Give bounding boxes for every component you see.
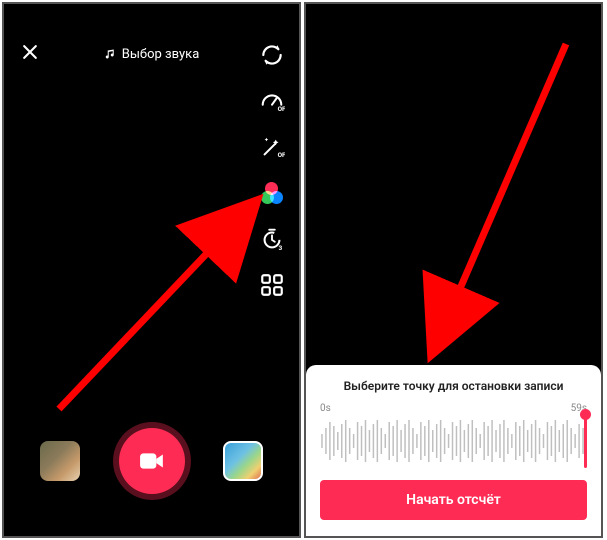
upload-button[interactable] xyxy=(223,441,263,481)
side-toolbar: OFF OFF 3 xyxy=(257,40,287,300)
speed-badge: OFF xyxy=(278,105,285,113)
speedometer-icon: OFF xyxy=(259,88,285,114)
flip-icon xyxy=(259,42,285,68)
sound-picker[interactable]: Выбор звука xyxy=(104,47,200,62)
top-bar: Выбор звука xyxy=(4,34,299,74)
filters-button[interactable] xyxy=(257,178,287,208)
sheet-title: Выберите точку для остановки записи xyxy=(320,379,587,393)
speed-button[interactable]: OFF xyxy=(257,86,287,116)
start-countdown-button[interactable]: Начать отсчёт xyxy=(320,480,587,520)
waveform-scrubber[interactable] xyxy=(320,416,587,466)
sound-picker-label: Выбор звука xyxy=(122,47,200,62)
music-note-icon xyxy=(104,48,116,60)
camera-screen: Выбор звука OFF OFF xyxy=(2,2,301,538)
waveform-icon xyxy=(320,416,587,466)
start-countdown-label: Начать отсчёт xyxy=(406,492,501,508)
flip-camera-button[interactable] xyxy=(257,40,287,70)
filters-icon xyxy=(261,182,283,204)
video-camera-icon xyxy=(139,451,165,471)
countdown-sheet: Выберите точку для остановки записи 0s 5… xyxy=(306,365,601,536)
timer-button[interactable]: 3 xyxy=(257,224,287,254)
record-button[interactable] xyxy=(119,428,185,494)
beauty-button[interactable]: OFF xyxy=(257,132,287,162)
annotation-arrow-right xyxy=(406,34,586,364)
close-button[interactable] xyxy=(18,42,42,67)
beauty-badge: OFF xyxy=(278,151,285,159)
timer-icon: 3 xyxy=(259,226,285,252)
stop-point-handle[interactable] xyxy=(584,414,587,468)
time-range-labels: 0s 59s xyxy=(320,403,587,414)
effects-button[interactable] xyxy=(40,441,80,481)
magic-wand-icon: OFF xyxy=(259,134,285,160)
more-tools-button[interactable] xyxy=(257,270,287,300)
timer-badge: 3 xyxy=(279,244,283,252)
start-time-label: 0s xyxy=(320,403,331,414)
timer-sheet-screen: Выберите точку для остановки записи 0s 5… xyxy=(304,2,603,538)
close-icon xyxy=(20,42,40,62)
grid-icon xyxy=(259,272,285,298)
annotation-arrow-left xyxy=(44,194,274,424)
